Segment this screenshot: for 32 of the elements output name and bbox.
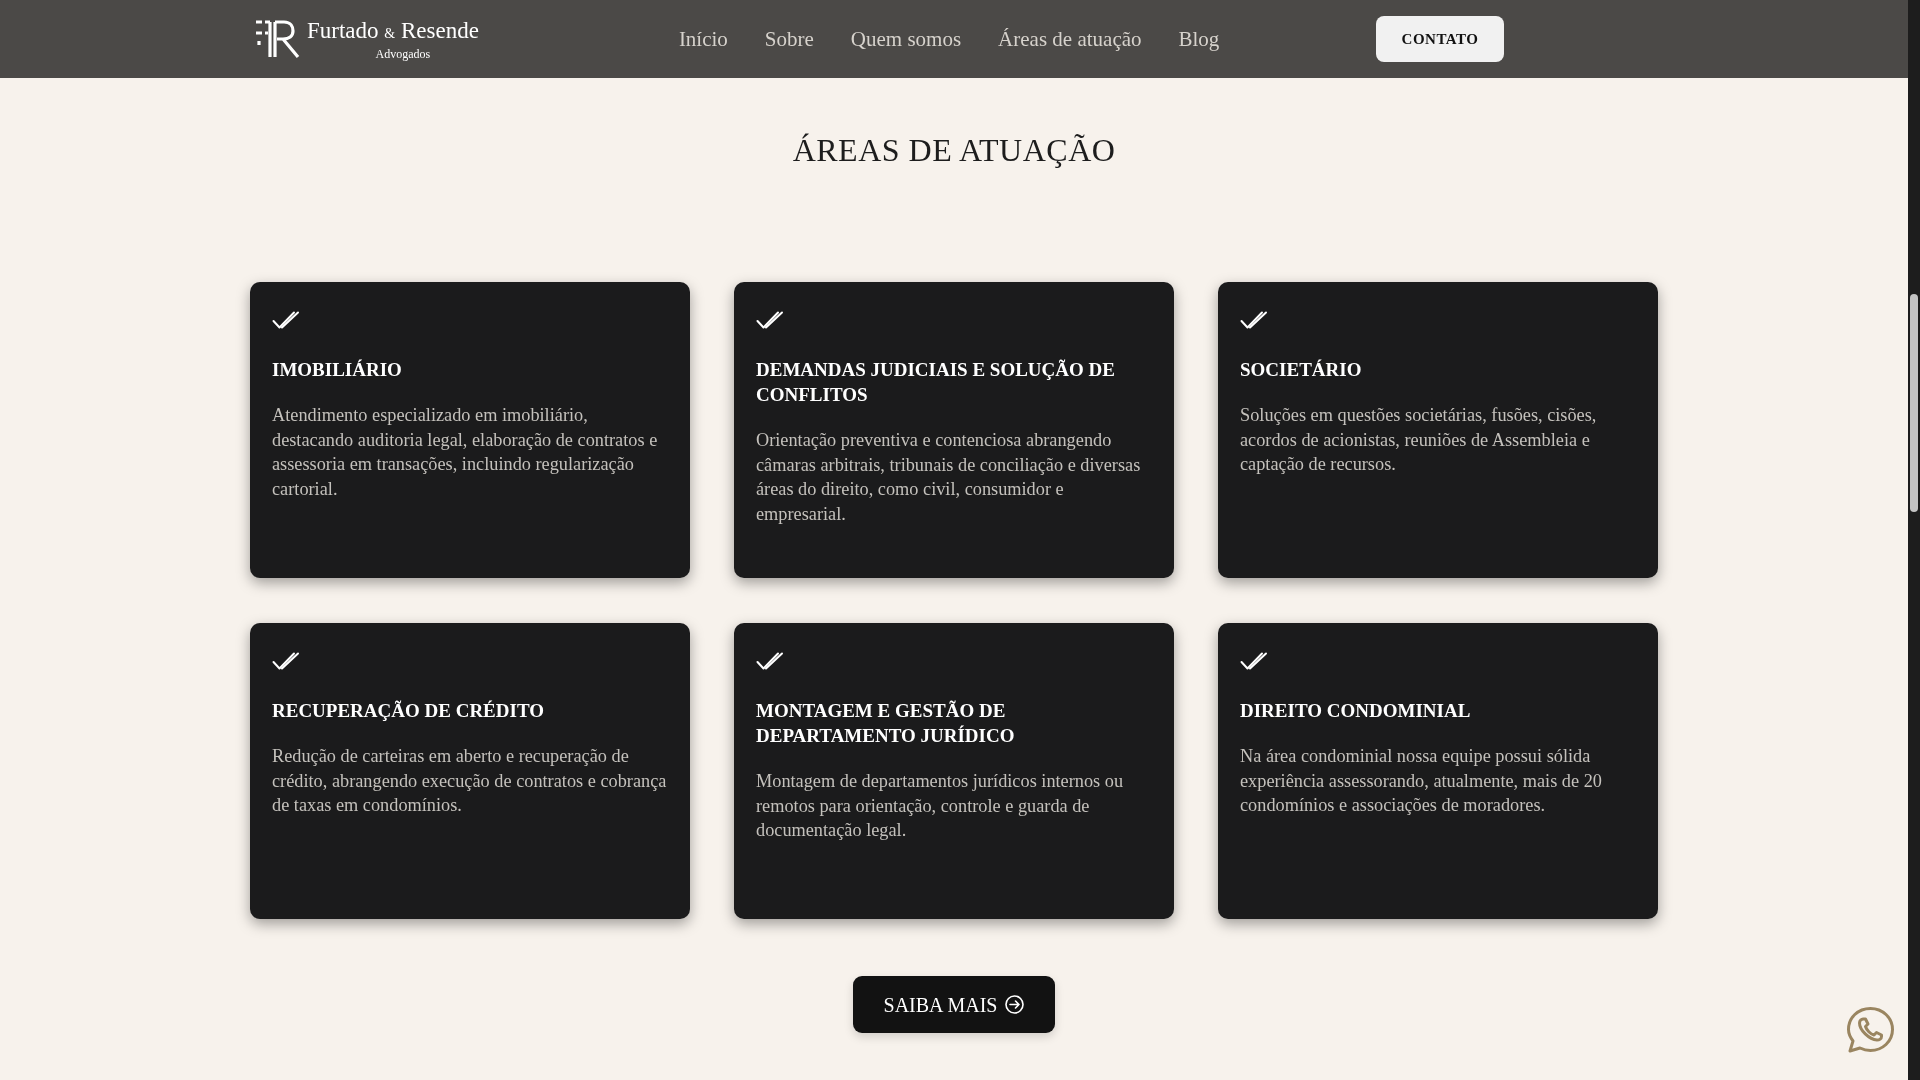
double-check-icon (756, 311, 784, 329)
card-description: Soluções em questões societárias, fusões, cisões, acordos de acionistas, reuniões de Assembleia e captação de recursos. (1240, 404, 1598, 476)
card-description: Na área condominial nossa equipe possui sólida experiência assessorando, atualmente, mais de 20 condomínios e associações de moradores. (1240, 745, 1603, 817)
nav-link[interactable]: Blog (1178, 25, 1220, 53)
card-description: Orientação preventiva e contenciosa abrangendo câmaras arbitrais, tribunais de conciliação e diversas áreas do direito, como civil, consumidor e empresarial. (756, 429, 1142, 526)
card-title: IMOBILIÁRIO (272, 358, 402, 382)
double-check-icon (756, 652, 784, 670)
card-title: DIREITO CONDOMINIAL (1240, 699, 1471, 723)
arrow-circle-icon (1005, 995, 1025, 1014)
brand-tagline: Advogados (375, 46, 431, 61)
double-check-icon (1240, 311, 1268, 329)
nav-link[interactable]: Áreas de atuação (998, 25, 1142, 53)
nav-link[interactable]: Início (678, 25, 728, 53)
scrollbar-thumb[interactable] (1910, 294, 1918, 512)
scrollbar-track[interactable] (1908, 0, 1920, 1080)
card-title: DEMANDAS JUDICIAIS E SOLUÇÃO DE CONFLITOS (756, 358, 1116, 407)
double-check-icon (272, 652, 300, 670)
card-description: Redução de carteiras em aberto e recuperação de crédito, abrangendo execução de contratos e cobrança de taxas em condomínios. (272, 745, 668, 817)
nav-link[interactable]: Quem somos (850, 25, 962, 53)
card-title: RECUPERAÇÃO DE CRÉDITO (272, 699, 544, 723)
card-description: Atendimento especializado em imobiliário, destacando auditoria legal, elaboração de contratos e assessoria em transações, incluindo regularização cartorial. (272, 404, 659, 501)
brand-name: Furtado & Resende (307, 17, 479, 45)
card-description: Montagem de departamentos jurídicos internos ou remotos para orientação, controle e guarda de documentação legal. (756, 770, 1125, 842)
logo-monogram-icon (255, 19, 301, 59)
card-title: SOCIETÁRIO (1240, 358, 1362, 382)
double-check-icon (1240, 652, 1268, 670)
contact-button[interactable]: CONTATO (1376, 16, 1504, 62)
double-check-icon (272, 311, 300, 329)
saiba-mais-button[interactable]: SAIBA MAIS (853, 976, 1055, 1033)
section-title: ÁREAS DE ATUAÇÃO (792, 131, 1116, 170)
card-title: MONTAGEM E GESTÃO DE DEPARTAMENTO JURÍDICO (756, 699, 1016, 748)
nav-link[interactable]: Sobre (764, 25, 814, 53)
